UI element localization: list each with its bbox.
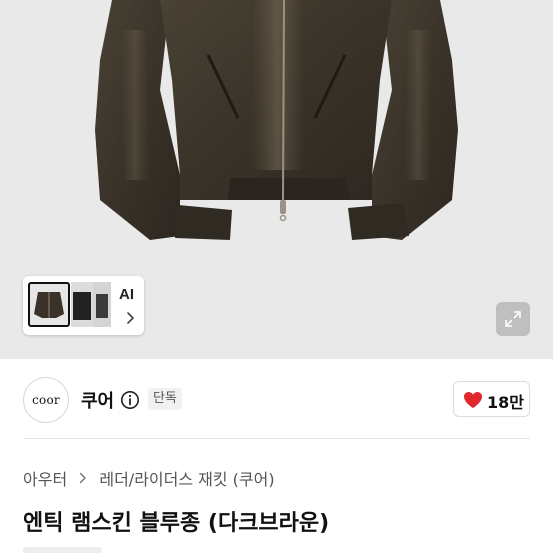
brand-row: coor 쿠어 단독 18만: [0, 359, 553, 439]
like-button[interactable]: 18만: [453, 381, 530, 417]
brand-logo[interactable]: coor: [23, 377, 69, 423]
product-tag: [23, 547, 102, 553]
jacket-thumbnail-image: [96, 294, 108, 318]
jacket-thumbnail-image: [73, 292, 91, 320]
brand-logo-text: coor: [32, 393, 60, 407]
chevron-right-icon[interactable]: [123, 310, 139, 326]
ai-label[interactable]: AI: [119, 286, 134, 303]
thumbnail[interactable]: [93, 282, 111, 327]
breadcrumb: 아우터 레더/라이더스 재킷 (쿠어): [23, 466, 275, 490]
like-count: 18만: [487, 393, 524, 412]
breadcrumb-item-category[interactable]: 아우터: [23, 466, 67, 490]
image-thumbnail-strip[interactable]: AI: [23, 276, 144, 335]
product-title: 엔틱 램스킨 블루종 (다크브라운): [23, 511, 330, 536]
brand-name[interactable]: 쿠어: [81, 387, 114, 413]
divider: [23, 438, 530, 439]
thumbnail-selected[interactable]: [28, 282, 70, 327]
exclusive-badge: 단독: [148, 388, 182, 410]
breadcrumb-item-subcategory[interactable]: 레더/라이더스 재킷 (쿠어): [99, 466, 274, 490]
thumbnail[interactable]: [71, 282, 93, 327]
jacket-thumbnail-image: [34, 292, 64, 318]
expand-image-button[interactable]: [496, 302, 530, 336]
chevron-right-icon: [80, 472, 87, 484]
info-icon[interactable]: [120, 390, 140, 410]
product-image-gallery[interactable]: AI: [0, 0, 553, 359]
expand-icon: [505, 311, 521, 327]
heart-icon: [464, 392, 482, 408]
